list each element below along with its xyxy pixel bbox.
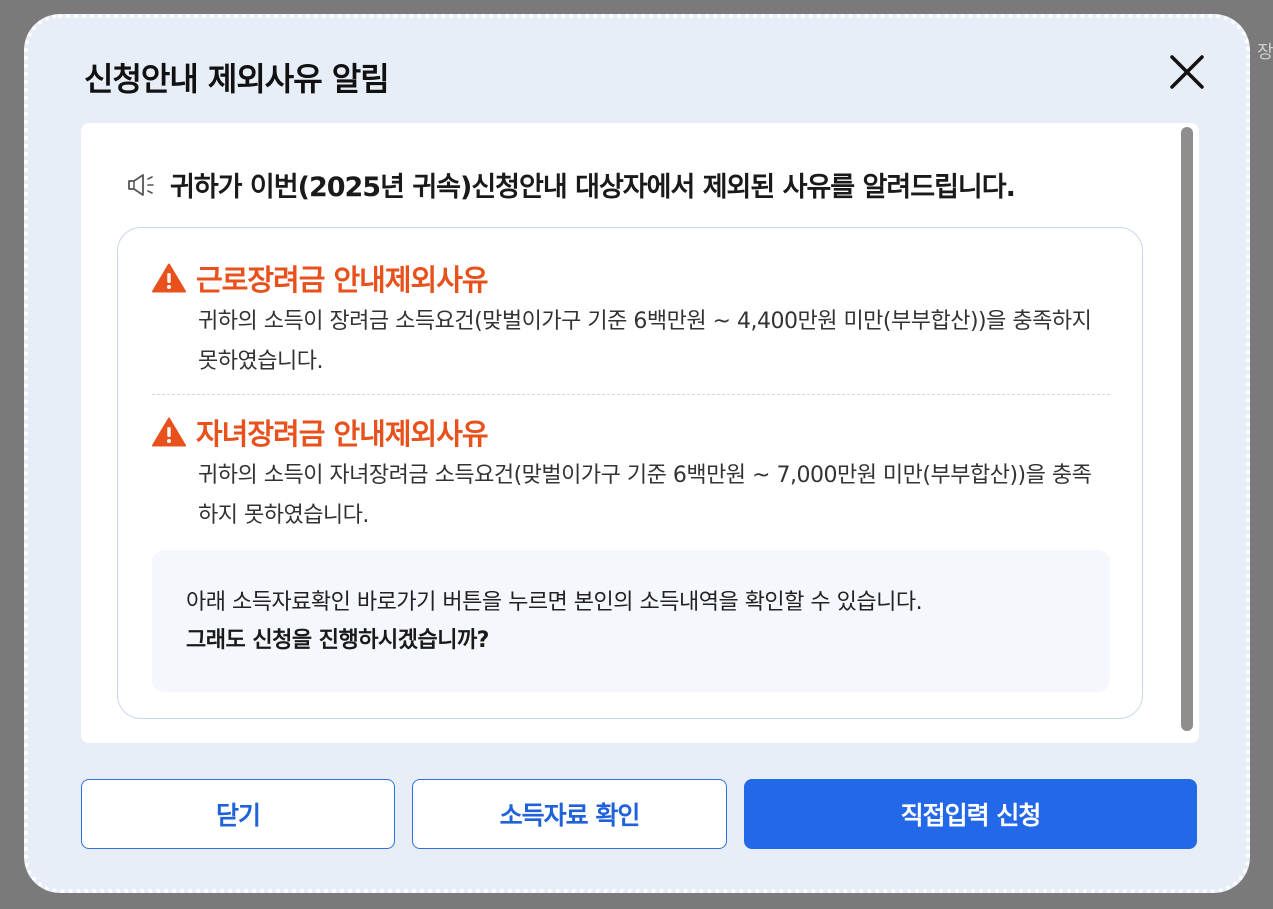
close-icon: [1170, 55, 1204, 89]
warning-triangle-icon: [152, 417, 186, 447]
scrollbar[interactable]: [1181, 123, 1197, 743]
content-panel: 귀하가 이번(2025년 귀속)신청안내 대상자에서 제외된 사유를 알려드립니…: [81, 123, 1199, 743]
background-page-text: 장: [1257, 42, 1273, 63]
close-modal-button[interactable]: 닫기: [81, 779, 395, 849]
notice-question: 그래도 신청을 진행하시겠습니까?: [186, 628, 489, 653]
reason-description: 귀하의 소득이 자녀장려금 소득요건(맞벌이가구 기준 6백만원 ~ 7,000…: [198, 463, 1092, 528]
scrollbar-thumb[interactable]: [1181, 127, 1193, 731]
income-check-button[interactable]: 소득자료 확인: [412, 779, 727, 849]
reason-title: 자녀장려금 안내제외사유: [196, 417, 489, 451]
reason-description: 귀하의 소득이 장려금 소득요건(맞벌이가구 기준 6백만원 ~ 4,400만원…: [198, 309, 1092, 374]
reason-box: 근로장려금 안내제외사유 귀하의 소득이 장려금 소득요건(맞벌이가구 기준 6…: [117, 227, 1143, 719]
modal-title: 신청안내 제외사유 알림: [84, 60, 390, 98]
reason-item-work-incentive: 근로장려금 안내제외사유 귀하의 소득이 장려금 소득요건(맞벌이가구 기준 6…: [152, 258, 1112, 382]
notice-text: 아래 소득자료확인 바로가기 버튼을 누르면 본인의 소득내역을 확인할 수 있…: [186, 590, 923, 615]
intro-text: 귀하가 이번(2025년 귀속)신청안내 대상자에서 제외된 사유를 알려드립니…: [170, 172, 1016, 203]
megaphone-icon: [128, 173, 154, 196]
intro-message: 귀하가 이번(2025년 귀속)신청안내 대상자에서 제외된 사유를 알려드립니…: [126, 165, 1016, 204]
reason-divider: [152, 394, 1110, 395]
reason-item-child-incentive: 자녀장려금 안내제외사유 귀하의 소득이 자녀장려금 소득요건(맞벌이가구 기준…: [152, 412, 1112, 536]
reason-title: 근로장려금 안내제외사유: [196, 263, 489, 297]
direct-apply-button[interactable]: 직접입력 신청: [744, 779, 1197, 849]
notice-box: 아래 소득자료확인 바로가기 버튼을 누르면 본인의 소득내역을 확인할 수 있…: [152, 550, 1110, 692]
exclusion-reason-modal: 신청안내 제외사유 알림 귀하가 이번(2025년 귀속)신청안내 대상자에서 …: [24, 14, 1250, 893]
close-button[interactable]: [1163, 48, 1211, 96]
warning-triangle-icon: [152, 263, 186, 293]
